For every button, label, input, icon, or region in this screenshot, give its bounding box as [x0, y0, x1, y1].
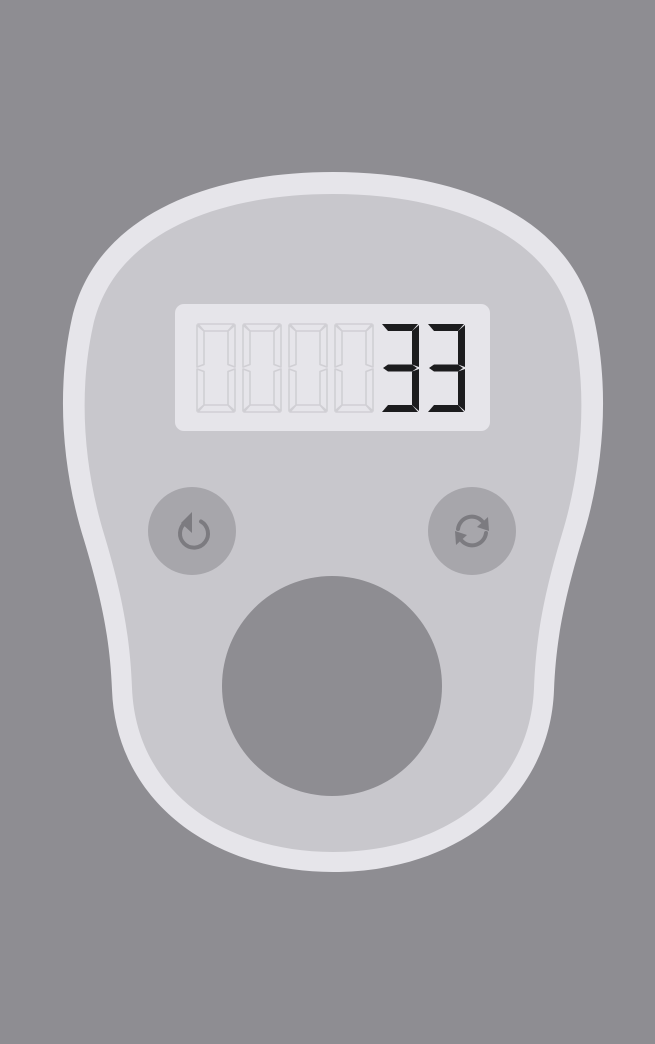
lcd-digit-inactive — [242, 323, 282, 413]
lcd-segment-c — [458, 369, 465, 411]
reset-button[interactable] — [428, 487, 516, 575]
lcd-digit-inactive — [334, 323, 374, 413]
lcd-segment-c — [319, 368, 328, 412]
tally-counter-app: 33 — [0, 0, 655, 1044]
lcd-segment-b — [319, 324, 328, 368]
lcd-digit-active — [382, 324, 419, 412]
lcd-segment-a — [382, 324, 418, 331]
lcd-segment-c — [365, 368, 374, 412]
count-button[interactable] — [222, 576, 442, 796]
lcd-segment-e — [334, 368, 343, 412]
lcd-segment-f — [334, 324, 343, 368]
lcd-segment-b — [458, 325, 465, 367]
lcd-segment-c — [273, 368, 282, 412]
lcd-segment-f — [242, 324, 251, 368]
lcd-digits — [196, 323, 465, 413]
counter-body — [62, 172, 604, 872]
lcd-segment-a — [428, 324, 464, 331]
lcd-segment-e — [242, 368, 251, 412]
undo-button[interactable] — [148, 487, 236, 575]
lcd-segment-f — [196, 324, 205, 368]
lcd-segment-g — [429, 364, 463, 372]
lcd-segment-c — [412, 369, 419, 411]
lcd-digit-active — [428, 324, 465, 412]
lcd-segment-g — [383, 364, 417, 372]
lcd-display: 33 — [175, 304, 490, 431]
lcd-segment-b — [273, 324, 282, 368]
lcd-segment-c — [227, 368, 236, 412]
lcd-segment-f — [288, 324, 297, 368]
refresh-arrows-icon — [455, 514, 489, 548]
lcd-segment-e — [288, 368, 297, 412]
lcd-digit-inactive — [288, 323, 328, 413]
lcd-segment-b — [412, 325, 419, 367]
undo-arrow-icon — [178, 512, 210, 550]
lcd-segment-d — [428, 405, 464, 412]
lcd-digit-inactive — [196, 323, 236, 413]
lcd-segment-e — [196, 368, 205, 412]
lcd-segment-b — [227, 324, 236, 368]
lcd-segment-b — [365, 324, 374, 368]
lcd-segment-d — [382, 405, 418, 412]
